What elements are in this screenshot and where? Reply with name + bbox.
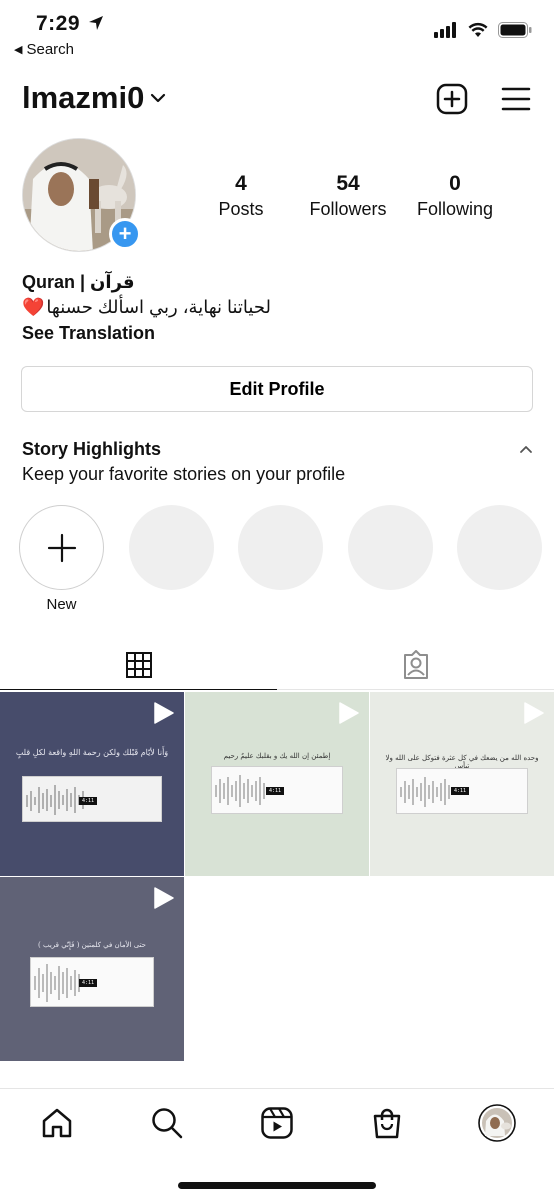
edit-profile-button[interactable]: Edit Profile — [21, 366, 533, 412]
search-icon — [152, 1108, 183, 1139]
tab-posts-grid[interactable] — [0, 640, 277, 690]
status-time: 7:29 — [36, 12, 81, 35]
account-switcher[interactable]: lmazmi0 — [22, 80, 166, 116]
highlight-placeholder — [238, 505, 323, 590]
audio-time-label: 4:11 — [79, 979, 98, 987]
posts-label: Posts — [218, 199, 264, 219]
audio-wave-card: 4:11 — [22, 776, 162, 822]
profile-header: lmazmi0 — [0, 74, 554, 124]
highlight-placeholder — [457, 505, 542, 590]
chevron-down-icon — [151, 93, 166, 103]
back-caret-icon: ◀ — [14, 44, 23, 56]
play-icon — [154, 702, 174, 724]
shop-icon — [373, 1108, 401, 1139]
audio-time-label: 4:11 — [79, 797, 98, 805]
plus-icon — [47, 533, 76, 562]
highlight-placeholder — [348, 505, 433, 590]
post-thumbnail[interactable]: إطمئن إن الله يك و بقلبك عليمٌ رحيم 4:11 — [185, 692, 369, 876]
following-count: 0 — [449, 172, 461, 195]
tagged-icon — [403, 649, 428, 679]
new-post-button[interactable] — [435, 82, 469, 116]
nav-shop-button[interactable] — [367, 1103, 407, 1143]
stat-following[interactable]: 0 Following — [400, 172, 510, 220]
play-icon — [524, 702, 544, 724]
menu-button[interactable] — [499, 82, 533, 116]
audio-wave-card: 4:11 — [211, 766, 343, 814]
nav-reels-button[interactable] — [257, 1103, 297, 1143]
profile-avatar[interactable]: + — [22, 138, 141, 254]
post-thumbnail[interactable]: وَأَنا لأيّام قَبْلك ولكن رحمة اللهِ واق… — [0, 692, 184, 876]
menu-icon — [501, 87, 531, 111]
play-icon — [154, 887, 174, 909]
grid-icon — [125, 651, 152, 678]
system-icons — [434, 22, 532, 38]
audio-wave-card: 4:11 — [30, 957, 154, 1007]
highlights-title: Story Highlights — [22, 439, 161, 459]
following-label: Following — [416, 199, 494, 219]
highlights-subtitle: Keep your favorite stories on your profi… — [22, 464, 346, 484]
home-icon — [42, 1108, 72, 1138]
bio-text: لحياتنا نهاية، ربي اسألك حسنها — [46, 297, 271, 317]
signal-icon — [434, 22, 456, 38]
back-search-label: Search — [26, 41, 74, 58]
stat-followers[interactable]: 54 Followers — [293, 172, 403, 220]
new-highlight-label: New — [46, 596, 77, 613]
audio-time-label: 4:11 — [451, 787, 470, 795]
heart-emoji-icon: ❤️ — [22, 297, 45, 317]
location-arrow-icon — [89, 16, 103, 30]
new-highlight-button[interactable] — [19, 505, 104, 590]
chevron-up-icon[interactable] — [517, 440, 535, 458]
bio-display-name: Quran | قرآن — [22, 272, 135, 292]
battery-icon — [498, 22, 532, 38]
tab-tagged[interactable] — [277, 640, 554, 690]
post-caption: إطمئن إن الله يك و بقلبك عليمٌ رحيم — [223, 752, 331, 760]
status-bar: 7:29 ◀ Search — [0, 0, 554, 66]
home-indicator — [178, 1182, 376, 1189]
add-story-badge[interactable]: + — [109, 218, 141, 250]
audio-wave-card: 4:11 — [396, 768, 528, 814]
post-caption: وَأَنا لأيّام قَبْلك ولكن رحمة اللهِ واق… — [15, 748, 169, 757]
username: lmazmi0 — [22, 80, 145, 115]
followers-count: 54 — [336, 172, 360, 195]
audio-time-label: 4:11 — [266, 787, 285, 795]
wifi-icon — [468, 22, 488, 37]
posts-count: 4 — [235, 172, 247, 195]
post-thumbnail[interactable]: ( فَإِنّي قريب ) حتى الأمان في كلمتين 4:… — [0, 877, 184, 1061]
bio-text-row: ❤️ لحياتنا نهاية، ربي اسألك حسنها — [22, 297, 271, 318]
reels-icon — [261, 1107, 293, 1139]
nav-profile-button[interactable] — [477, 1103, 517, 1143]
add-post-icon — [436, 83, 468, 115]
profile-avatar-icon — [478, 1104, 516, 1142]
nav-search-button[interactable] — [147, 1103, 187, 1143]
highlight-placeholder — [129, 505, 214, 590]
see-translation-link[interactable]: See Translation — [22, 323, 155, 344]
followers-label: Followers — [309, 199, 387, 219]
play-icon — [339, 702, 359, 724]
post-caption: ( فَإِنّي قريب ) حتى الأمان في كلمتين — [37, 941, 147, 949]
nav-home-button[interactable] — [37, 1103, 77, 1143]
stat-posts[interactable]: 4 Posts — [186, 172, 296, 220]
post-thumbnail[interactable]: وحده الله من يضعك في كل عثرة فتوكل على ا… — [370, 692, 554, 876]
back-to-search-link[interactable]: ◀ Search — [14, 41, 74, 58]
